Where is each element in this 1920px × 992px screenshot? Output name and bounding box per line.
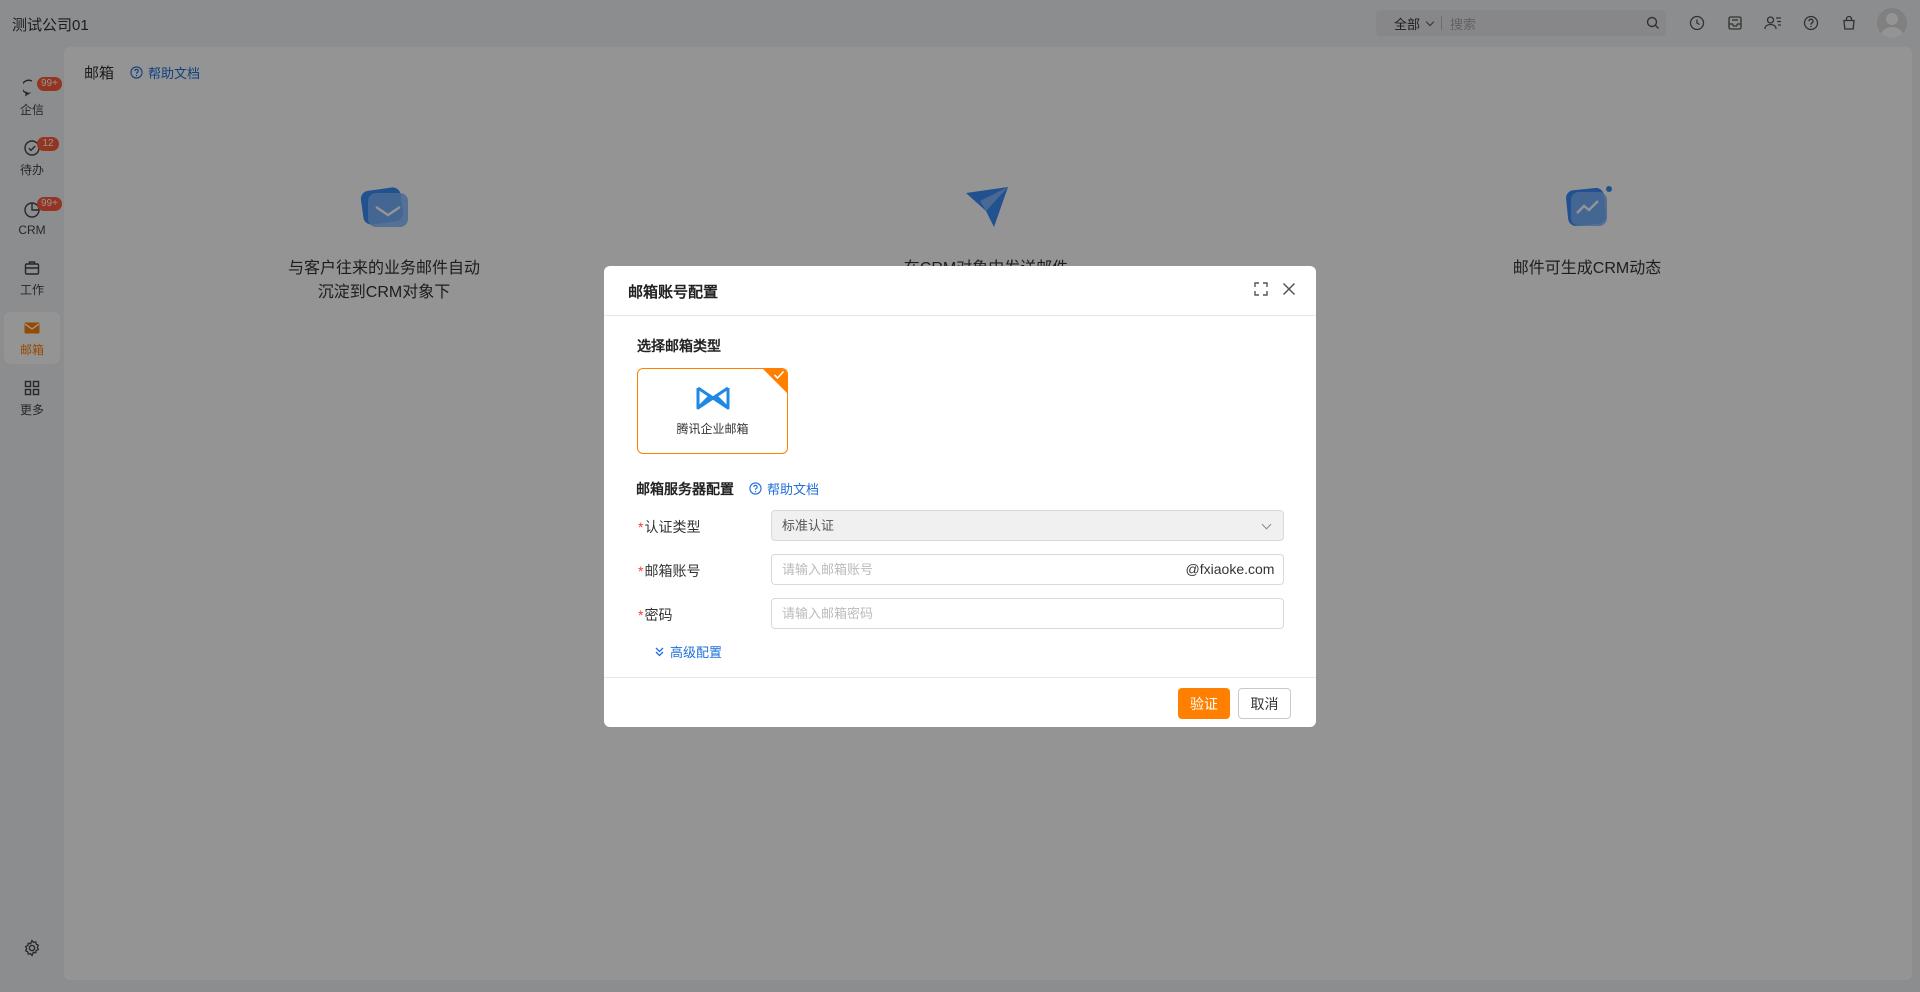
auth-type-value: 标准认证 [782, 518, 835, 533]
account-label: *邮箱账号 [638, 561, 700, 581]
dialog-header: 邮箱账号配置 [604, 266, 1316, 316]
double-chevron-down-icon [655, 647, 664, 657]
dialog-title: 邮箱账号配置 [628, 284, 719, 301]
required-mark: * [638, 563, 644, 579]
password-label-text: 密码 [644, 607, 673, 623]
chevron-down-icon [1261, 519, 1272, 530]
server-help-doc-link[interactable]: 帮助文档 [749, 479, 819, 498]
account-label-text: 邮箱账号 [644, 563, 701, 579]
required-mark: * [638, 519, 644, 535]
advanced-config-label: 高级配置 [670, 645, 723, 660]
section-title-server-config: 邮箱服务器配置 [636, 481, 734, 497]
mail-account-config-dialog: 邮箱账号配置 选择邮箱类型 腾讯企业邮箱 邮箱服务器配置 帮助文档 *认证类型 … [604, 266, 1316, 727]
password-label: *密码 [638, 605, 672, 625]
email-domain-suffix: @fxiaoke.com [1177, 554, 1284, 585]
advanced-config-toggle[interactable]: 高级配置 [654, 642, 722, 661]
tencent-mail-logo-icon [696, 386, 730, 410]
dialog-footer: 验证 取消 [604, 677, 1316, 727]
fullscreen-icon[interactable] [1252, 280, 1272, 300]
required-mark: * [638, 607, 644, 623]
password-input[interactable]: 请输入邮箱密码 [771, 598, 1284, 629]
help-circle-icon [749, 482, 762, 495]
email-account-input[interactable]: 请输入邮箱账号 [771, 554, 1178, 585]
auth-type-select[interactable]: 标准认证 [771, 510, 1284, 541]
section-title-mail-type: 选择邮箱类型 [637, 338, 721, 354]
mail-type-card-tencent[interactable]: 腾讯企业邮箱 [637, 368, 788, 454]
close-icon[interactable] [1280, 280, 1300, 300]
auth-type-label: *认证类型 [638, 517, 700, 537]
check-icon [773, 370, 785, 380]
verify-button[interactable]: 验证 [1178, 688, 1230, 719]
server-help-label: 帮助文档 [767, 482, 820, 497]
mail-type-label: 腾讯企业邮箱 [676, 422, 749, 436]
auth-type-label-text: 认证类型 [644, 519, 701, 535]
cancel-button[interactable]: 取消 [1238, 688, 1291, 719]
